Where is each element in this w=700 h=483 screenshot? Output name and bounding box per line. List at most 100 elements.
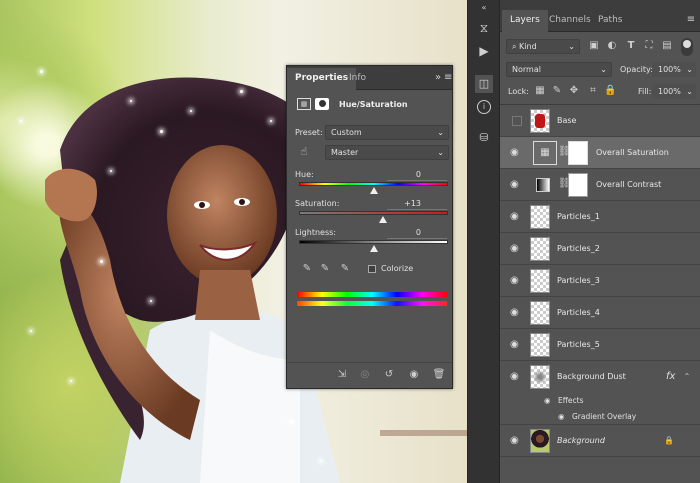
gradient-overlay-row[interactable]: ◉ Gradient Overlay xyxy=(500,409,700,425)
lock-artboard-icon[interactable]: ⌗ xyxy=(587,85,599,97)
panel-menu-icon[interactable]: ≡ xyxy=(444,72,452,84)
layer-row-overall-saturation[interactable]: ◉ ▦ ⛓ Overall Saturation xyxy=(500,137,700,169)
layer-row-background[interactable]: ◉ Background 🔒 xyxy=(500,425,700,457)
layer-mask-thumbnail[interactable] xyxy=(568,173,588,197)
visibility-eye-icon[interactable]: ◉ xyxy=(510,275,524,287)
collapse-icon[interactable]: » xyxy=(433,72,443,84)
hue-value[interactable]: 0 xyxy=(391,170,421,179)
layer-effects-fx-icon[interactable]: fx xyxy=(666,371,675,382)
brush-settings-icon[interactable]: ⛁ xyxy=(477,132,491,144)
panel-menu-icon[interactable]: ≡ xyxy=(686,14,696,26)
chevron-up-icon[interactable]: ⌃ xyxy=(682,371,692,383)
visibility-eye-icon[interactable]: ◉ xyxy=(510,307,524,319)
layer-name[interactable]: Overall Saturation xyxy=(596,137,669,169)
channel-dropdown[interactable]: Master ⌄ xyxy=(325,145,449,160)
hue-slider-knob[interactable] xyxy=(369,187,378,194)
filter-smart-object-icon[interactable]: ▤ xyxy=(661,40,673,52)
sparkle xyxy=(30,330,32,332)
filter-pixel-icon[interactable]: ▣ xyxy=(588,40,600,52)
blend-mode-value: Normal xyxy=(512,65,541,74)
layer-name[interactable]: Particles_2 xyxy=(557,233,600,265)
adjustment-layer-icon[interactable]: ▦ xyxy=(297,98,311,110)
layer-row-particles-1[interactable]: ◉ Particles_1 xyxy=(500,201,700,233)
link-chain-icon[interactable]: ⛓ xyxy=(558,146,571,158)
filter-shape-icon[interactable]: ⛶ xyxy=(643,40,655,52)
layer-name[interactable]: Particles_1 xyxy=(557,201,600,233)
layer-name[interactable]: Particles_3 xyxy=(557,265,600,297)
layer-filter-dropdown[interactable]: ⌕ Kind ⌄ xyxy=(506,39,580,54)
tab-info[interactable]: Info xyxy=(341,68,374,90)
tab-paths[interactable]: Paths xyxy=(590,10,630,32)
history-icon[interactable]: ⧖ xyxy=(477,22,491,34)
layer-row-base[interactable]: Base xyxy=(500,105,700,137)
expand-icon[interactable]: « xyxy=(478,2,490,14)
layer-row-particles-4[interactable]: ◉ Particles_4 xyxy=(500,297,700,329)
visibility-off-box[interactable] xyxy=(512,116,522,126)
adjustments-icon[interactable]: ◫ xyxy=(475,75,493,93)
sparkle xyxy=(70,380,72,382)
chevron-down-icon: ⌄ xyxy=(686,87,693,96)
saturation-value[interactable]: +13 xyxy=(391,199,421,208)
layer-name[interactable]: Background Dust xyxy=(557,361,626,393)
lightness-slider-knob[interactable] xyxy=(369,245,378,252)
layer-name[interactable]: Base xyxy=(557,105,576,137)
visibility-eye-icon[interactable]: ◉ xyxy=(510,179,524,191)
effects-row[interactable]: ◉ Effects xyxy=(500,393,700,409)
layer-name[interactable]: Particles_4 xyxy=(557,297,600,329)
lightness-value[interactable]: 0 xyxy=(391,228,421,237)
hue-slider-track[interactable] xyxy=(299,182,448,186)
eyedropper-plus-icon[interactable]: ✎ xyxy=(319,263,331,275)
lock-image-icon[interactable]: ✎ xyxy=(551,85,563,97)
saturation-slider-track[interactable] xyxy=(299,211,448,215)
layer-mask-thumbnail[interactable] xyxy=(568,141,588,165)
saturation-slider-knob[interactable] xyxy=(379,216,388,223)
layer-name[interactable]: Particles_5 xyxy=(557,329,600,361)
reset-icon[interactable]: ↺ xyxy=(382,369,396,381)
filter-toggle[interactable] xyxy=(681,38,693,56)
visibility-eye-icon[interactable]: ◉ xyxy=(510,435,524,447)
hue-label: Hue: xyxy=(295,170,314,179)
layer-name[interactable]: Background xyxy=(557,425,605,457)
fill-field[interactable]: 100% ⌄ xyxy=(652,84,696,99)
visibility-eye-icon[interactable]: ◉ xyxy=(407,369,421,381)
visibility-eye-icon[interactable]: ◉ xyxy=(544,393,551,409)
lightness-slider-track[interactable] xyxy=(299,240,448,244)
info-icon[interactable]: i xyxy=(477,100,491,114)
filter-type-icon[interactable]: T xyxy=(625,40,637,52)
eyedropper-minus-icon[interactable]: ✎ xyxy=(339,263,351,275)
lock-all-icon[interactable]: 🔒 xyxy=(604,85,616,97)
lock-transparent-icon[interactable]: ▦ xyxy=(534,85,546,97)
sparkle xyxy=(20,120,22,122)
channel-value: Master xyxy=(331,148,359,157)
layer-row-particles-5[interactable]: ◉ Particles_5 xyxy=(500,329,700,361)
lightness-label: Lightness: xyxy=(295,228,336,237)
layer-name[interactable]: Overall Contrast xyxy=(596,169,661,201)
play-icon[interactable]: ▶ xyxy=(477,45,491,57)
preset-dropdown[interactable]: Custom ⌄ xyxy=(325,125,449,140)
blend-mode-dropdown[interactable]: Normal ⌄ xyxy=(506,62,612,77)
view-previous-icon[interactable]: ◎ xyxy=(358,369,372,381)
lock-position-icon[interactable]: ✥ xyxy=(568,85,580,97)
visibility-eye-icon[interactable]: ◉ xyxy=(510,147,524,159)
layer-row-particles-3[interactable]: ◉ Particles_3 xyxy=(500,265,700,297)
layers-tabbar: Layers Channels Paths ≡ xyxy=(500,0,700,32)
link-chain-icon[interactable]: ⛓ xyxy=(558,178,571,190)
visibility-eye-icon[interactable]: ◉ xyxy=(558,409,565,425)
visibility-eye-icon[interactable]: ◉ xyxy=(510,339,524,351)
layer-row-overall-contrast[interactable]: ◉ ⛓ Overall Contrast xyxy=(500,169,700,201)
layers-list: Base ◉ ▦ ⛓ Overall Saturation ◉ ⛓ Overal… xyxy=(500,104,700,483)
filter-adjustment-icon[interactable]: ◐ xyxy=(606,40,618,52)
layer-row-particles-2[interactable]: ◉ Particles_2 xyxy=(500,233,700,265)
visibility-eye-icon[interactable]: ◉ xyxy=(510,371,524,383)
opacity-field[interactable]: 100% ⌄ xyxy=(652,62,696,77)
visibility-eye-icon[interactable]: ◉ xyxy=(510,243,524,255)
visibility-eye-icon[interactable]: ◉ xyxy=(510,211,524,223)
hand-adjust-icon[interactable]: ☝ xyxy=(297,146,311,158)
eyedropper-icon[interactable]: ✎ xyxy=(301,263,313,275)
layer-row-background-dust[interactable]: ◉ Background Dust fx ⌃ xyxy=(500,361,700,393)
layer-mask-icon[interactable] xyxy=(315,98,329,110)
clip-to-layer-icon[interactable]: ⇲ xyxy=(335,369,349,381)
colorize-checkbox[interactable] xyxy=(368,265,376,273)
layer-thumbnail xyxy=(530,365,550,389)
trash-icon[interactable]: 🗑 xyxy=(432,369,446,381)
